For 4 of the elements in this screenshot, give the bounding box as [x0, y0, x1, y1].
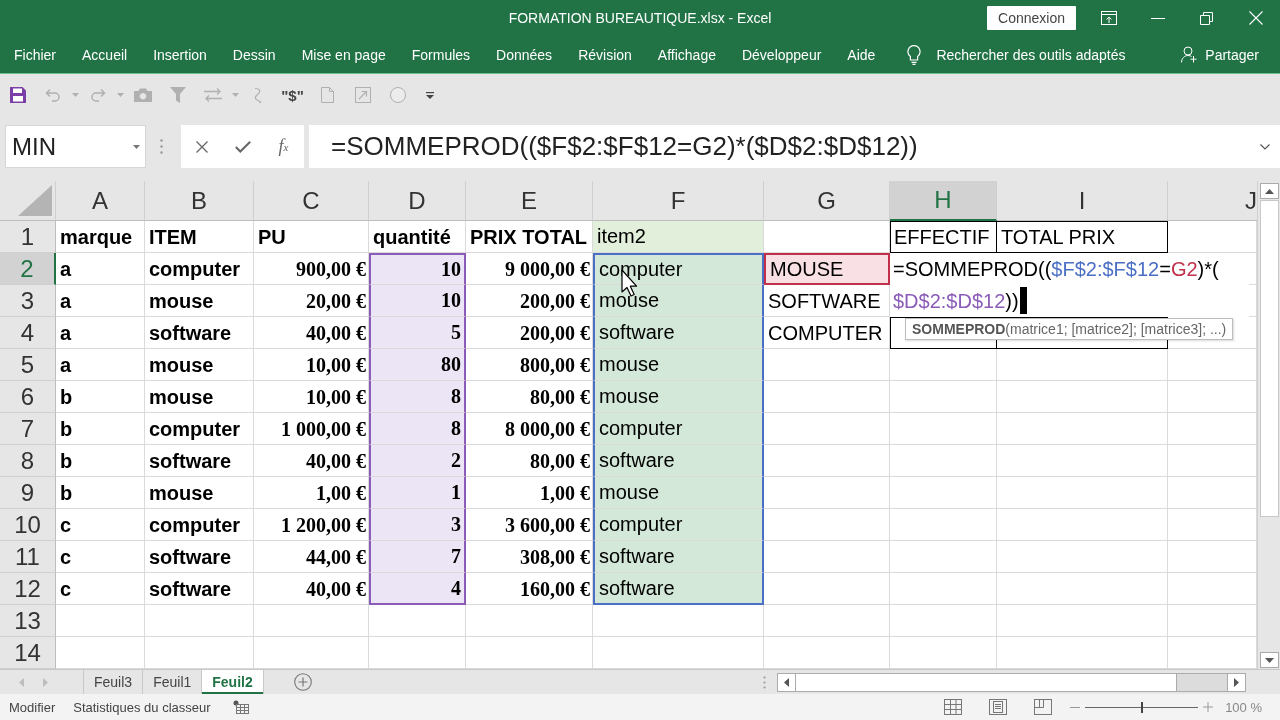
status-mode: Modifier: [9, 699, 56, 715]
function-tooltip: SOMMEPROD(matrice1; [matrice2]; [matrice3]; ...): [905, 318, 1234, 340]
window-title: FORMATION BUREAUTIQUE.xlsx - Excel: [508, 10, 772, 26]
zoom-level: 100 %: [1225, 699, 1262, 715]
